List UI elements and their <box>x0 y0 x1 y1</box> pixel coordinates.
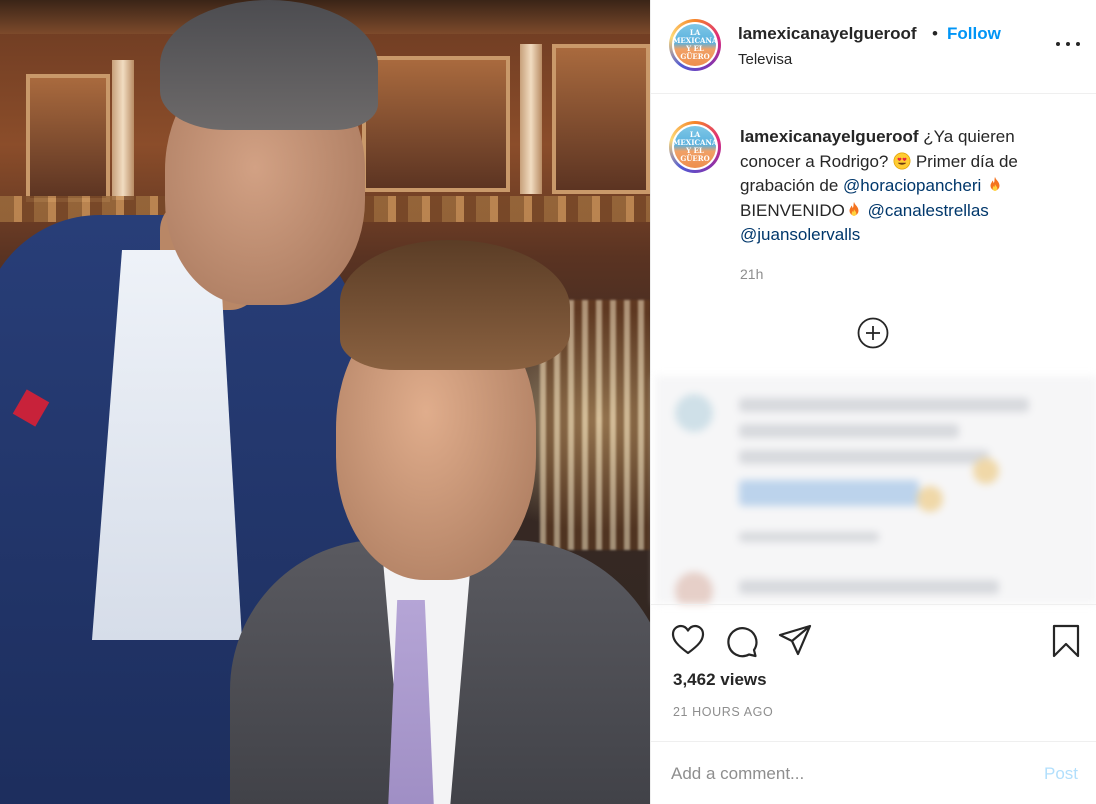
blurred-text <box>739 450 989 464</box>
avatar[interactable]: LA MEXICANA Y EL GÜERO <box>669 19 721 71</box>
caption-username[interactable]: lamexicanayelgueroof <box>740 127 919 146</box>
blurred-avatar <box>675 394 713 432</box>
person-left-hair <box>160 0 378 130</box>
post-actions: 3,462 views 21 HOURS AGO Post <box>651 604 1096 804</box>
heart-icon[interactable] <box>671 624 705 656</box>
post-side-panel: LA MEXICANA Y EL GÜERO lamexicanayelguer… <box>650 0 1096 804</box>
more-options-icon[interactable] <box>1053 32 1083 56</box>
mention-link[interactable]: @canalestrellas <box>868 201 989 220</box>
media-column <box>112 60 134 200</box>
caption-avatar[interactable]: LA MEXICANA Y EL GÜERO <box>669 121 721 173</box>
bookmark-icon[interactable] <box>1051 624 1081 658</box>
header-username[interactable]: lamexicanayelgueroof <box>738 24 917 44</box>
post-caption: lamexicanayelgueroof ¿Ya quieren conocer… <box>740 125 1070 248</box>
header-separator: • <box>932 24 938 43</box>
avatar-logo-text: LA MEXICANA Y EL GÜERO <box>672 130 718 163</box>
comment-icon[interactable] <box>724 624 758 658</box>
blurred-text <box>739 532 879 542</box>
blurred-avatar <box>675 572 713 604</box>
post-media-video[interactable] <box>0 0 650 804</box>
person-right-hair <box>340 240 570 370</box>
fire-emoji-icon <box>990 176 1000 191</box>
media-wall-panel <box>552 44 650 194</box>
comment-input[interactable] <box>671 760 1011 788</box>
view-count[interactable]: 3,462 views <box>673 670 767 690</box>
follow-button[interactable]: Follow <box>947 24 1001 44</box>
mention-link[interactable]: @horaciopancheri <box>843 176 981 195</box>
media-wall-panel <box>26 74 110 202</box>
blurred-text <box>739 398 1029 412</box>
send-icon[interactable] <box>778 624 812 656</box>
plus-circle-icon[interactable] <box>857 317 889 349</box>
media-column <box>520 44 542 194</box>
more-dot <box>1076 42 1080 46</box>
mention-link[interactable]: @juansolervalls <box>740 225 860 244</box>
comment-bar: Post <box>651 741 1096 804</box>
post-header: LA MEXICANA Y EL GÜERO lamexicanayelguer… <box>651 0 1096 94</box>
blurred-text <box>739 480 919 506</box>
blurred-emoji <box>917 486 943 512</box>
more-dot <box>1056 42 1060 46</box>
blurred-emoji <box>973 458 999 484</box>
blurred-text <box>739 424 959 438</box>
avatar-inner: LA MEXICANA Y EL GÜERO <box>672 22 718 68</box>
post-timestamp[interactable]: 21 HOURS AGO <box>673 705 773 719</box>
caption-time-ago[interactable]: 21h <box>740 266 763 282</box>
heart-eyes-emoji-icon <box>893 152 911 169</box>
avatar-image: LA MEXICANA Y EL GÜERO <box>672 24 718 66</box>
more-dot <box>1066 42 1070 46</box>
fire-emoji-icon <box>849 201 859 216</box>
media-wall-panel <box>362 56 510 192</box>
avatar-logo-text: LA MEXICANA Y EL GÜERO <box>672 28 718 61</box>
caption-text: BIENVENIDO <box>740 200 845 220</box>
blurred-text <box>739 580 999 594</box>
location-link[interactable]: Televisa <box>738 51 792 68</box>
blurred-comments-area <box>655 376 1096 604</box>
post-comment-button[interactable]: Post <box>1044 764 1078 784</box>
avatar-inner: LA MEXICANA Y EL GÜERO <box>672 124 718 170</box>
avatar-image: LA MEXICANA Y EL GÜERO <box>672 126 718 168</box>
